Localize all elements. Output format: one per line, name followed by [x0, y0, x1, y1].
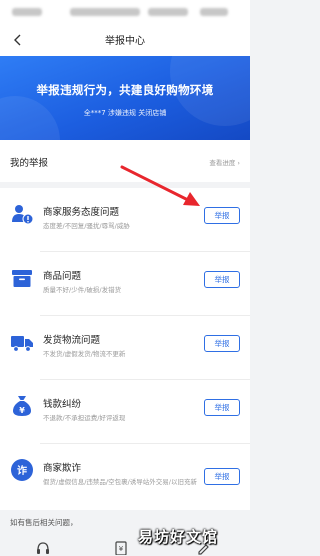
my-reports-title: 我的举报: [10, 158, 49, 169]
report-button[interactable]: 举报: [204, 207, 240, 224]
item-description: 态度差/不回复/骚扰/辱骂/威胁: [43, 222, 130, 230]
watermark-text: 易坊好文馆: [138, 528, 219, 546]
list-item[interactable]: 商家服务态度问题 态度差/不回复/骚扰/辱骂/威胁 举报: [0, 188, 250, 252]
status-blur: [200, 8, 228, 16]
svg-text:诈: 诈: [17, 464, 27, 477]
banner-decoration: [0, 96, 60, 140]
item-description: 不发货/虚假发货/物流不更新: [43, 350, 126, 358]
item-description: 假货/虚假信息/违禁品/空包裹/诱导站外交易/以旧充新: [43, 478, 197, 486]
list-item[interactable]: ¥ 钱款纠纷 不退款/不承担运费/好评返现 举报: [0, 380, 250, 444]
report-button[interactable]: 举报: [204, 399, 240, 416]
status-bar: [0, 0, 250, 24]
nav-header: 举报中心: [0, 24, 250, 56]
customer-service-icon[interactable]: [36, 540, 50, 554]
item-title: 商家欺诈: [43, 463, 82, 474]
status-blur: [148, 8, 188, 16]
list-item[interactable]: 发货物流问题 不发货/虚假发货/物流不更新 举报: [0, 316, 250, 380]
truck-icon: [10, 330, 34, 354]
report-button[interactable]: 举报: [204, 468, 240, 485]
receipt-icon[interactable]: ¥: [114, 540, 128, 556]
money-bag-icon: ¥: [10, 394, 34, 418]
item-title: 商品问题: [43, 271, 82, 282]
item-description: 质量不好/少件/破损/发错货: [43, 286, 122, 294]
banner-subtitle: 全***7 涉嫌违规 关闭店铺: [83, 109, 167, 117]
page-title: 举报中心: [105, 36, 145, 47]
list-item[interactable]: 诈 商家欺诈 假货/虚假信息/违禁品/空包裹/诱导站外交易/以旧充新 举报: [0, 444, 250, 510]
item-title: 钱款纠纷: [43, 399, 82, 410]
view-progress-link[interactable]: 查看进度 ›: [209, 157, 240, 167]
hero-banner: 举报违规行为，共建良好购物环境 全***7 涉嫌违规 关闭店铺: [0, 56, 250, 140]
report-button[interactable]: 举报: [204, 271, 240, 288]
status-blur: [12, 8, 42, 16]
box-icon: [10, 266, 34, 290]
list-item[interactable]: 商品问题 质量不好/少件/破损/发错货 举报: [0, 252, 250, 316]
my-reports-row[interactable]: 我的举报 查看进度 ›: [0, 140, 250, 182]
fraud-icon: 诈: [10, 458, 34, 482]
item-title: 商家服务态度问题: [43, 207, 120, 218]
item-description: 不退款/不承担运费/好评返现: [43, 414, 126, 422]
user-alert-icon: [10, 202, 34, 226]
report-category-list: 商家服务态度问题 态度差/不回复/骚扰/辱骂/威胁 举报 商品问题 质量不好/少…: [0, 188, 250, 510]
footer-text: 如有售后相关问题，: [10, 518, 78, 527]
report-button[interactable]: 举报: [204, 335, 240, 352]
svg-text:¥: ¥: [19, 406, 25, 415]
item-title: 发货物流问题: [43, 335, 101, 346]
banner-title: 举报违规行为，共建良好购物环境: [36, 83, 214, 97]
svg-text:¥: ¥: [119, 545, 124, 553]
status-blur: [70, 8, 140, 16]
